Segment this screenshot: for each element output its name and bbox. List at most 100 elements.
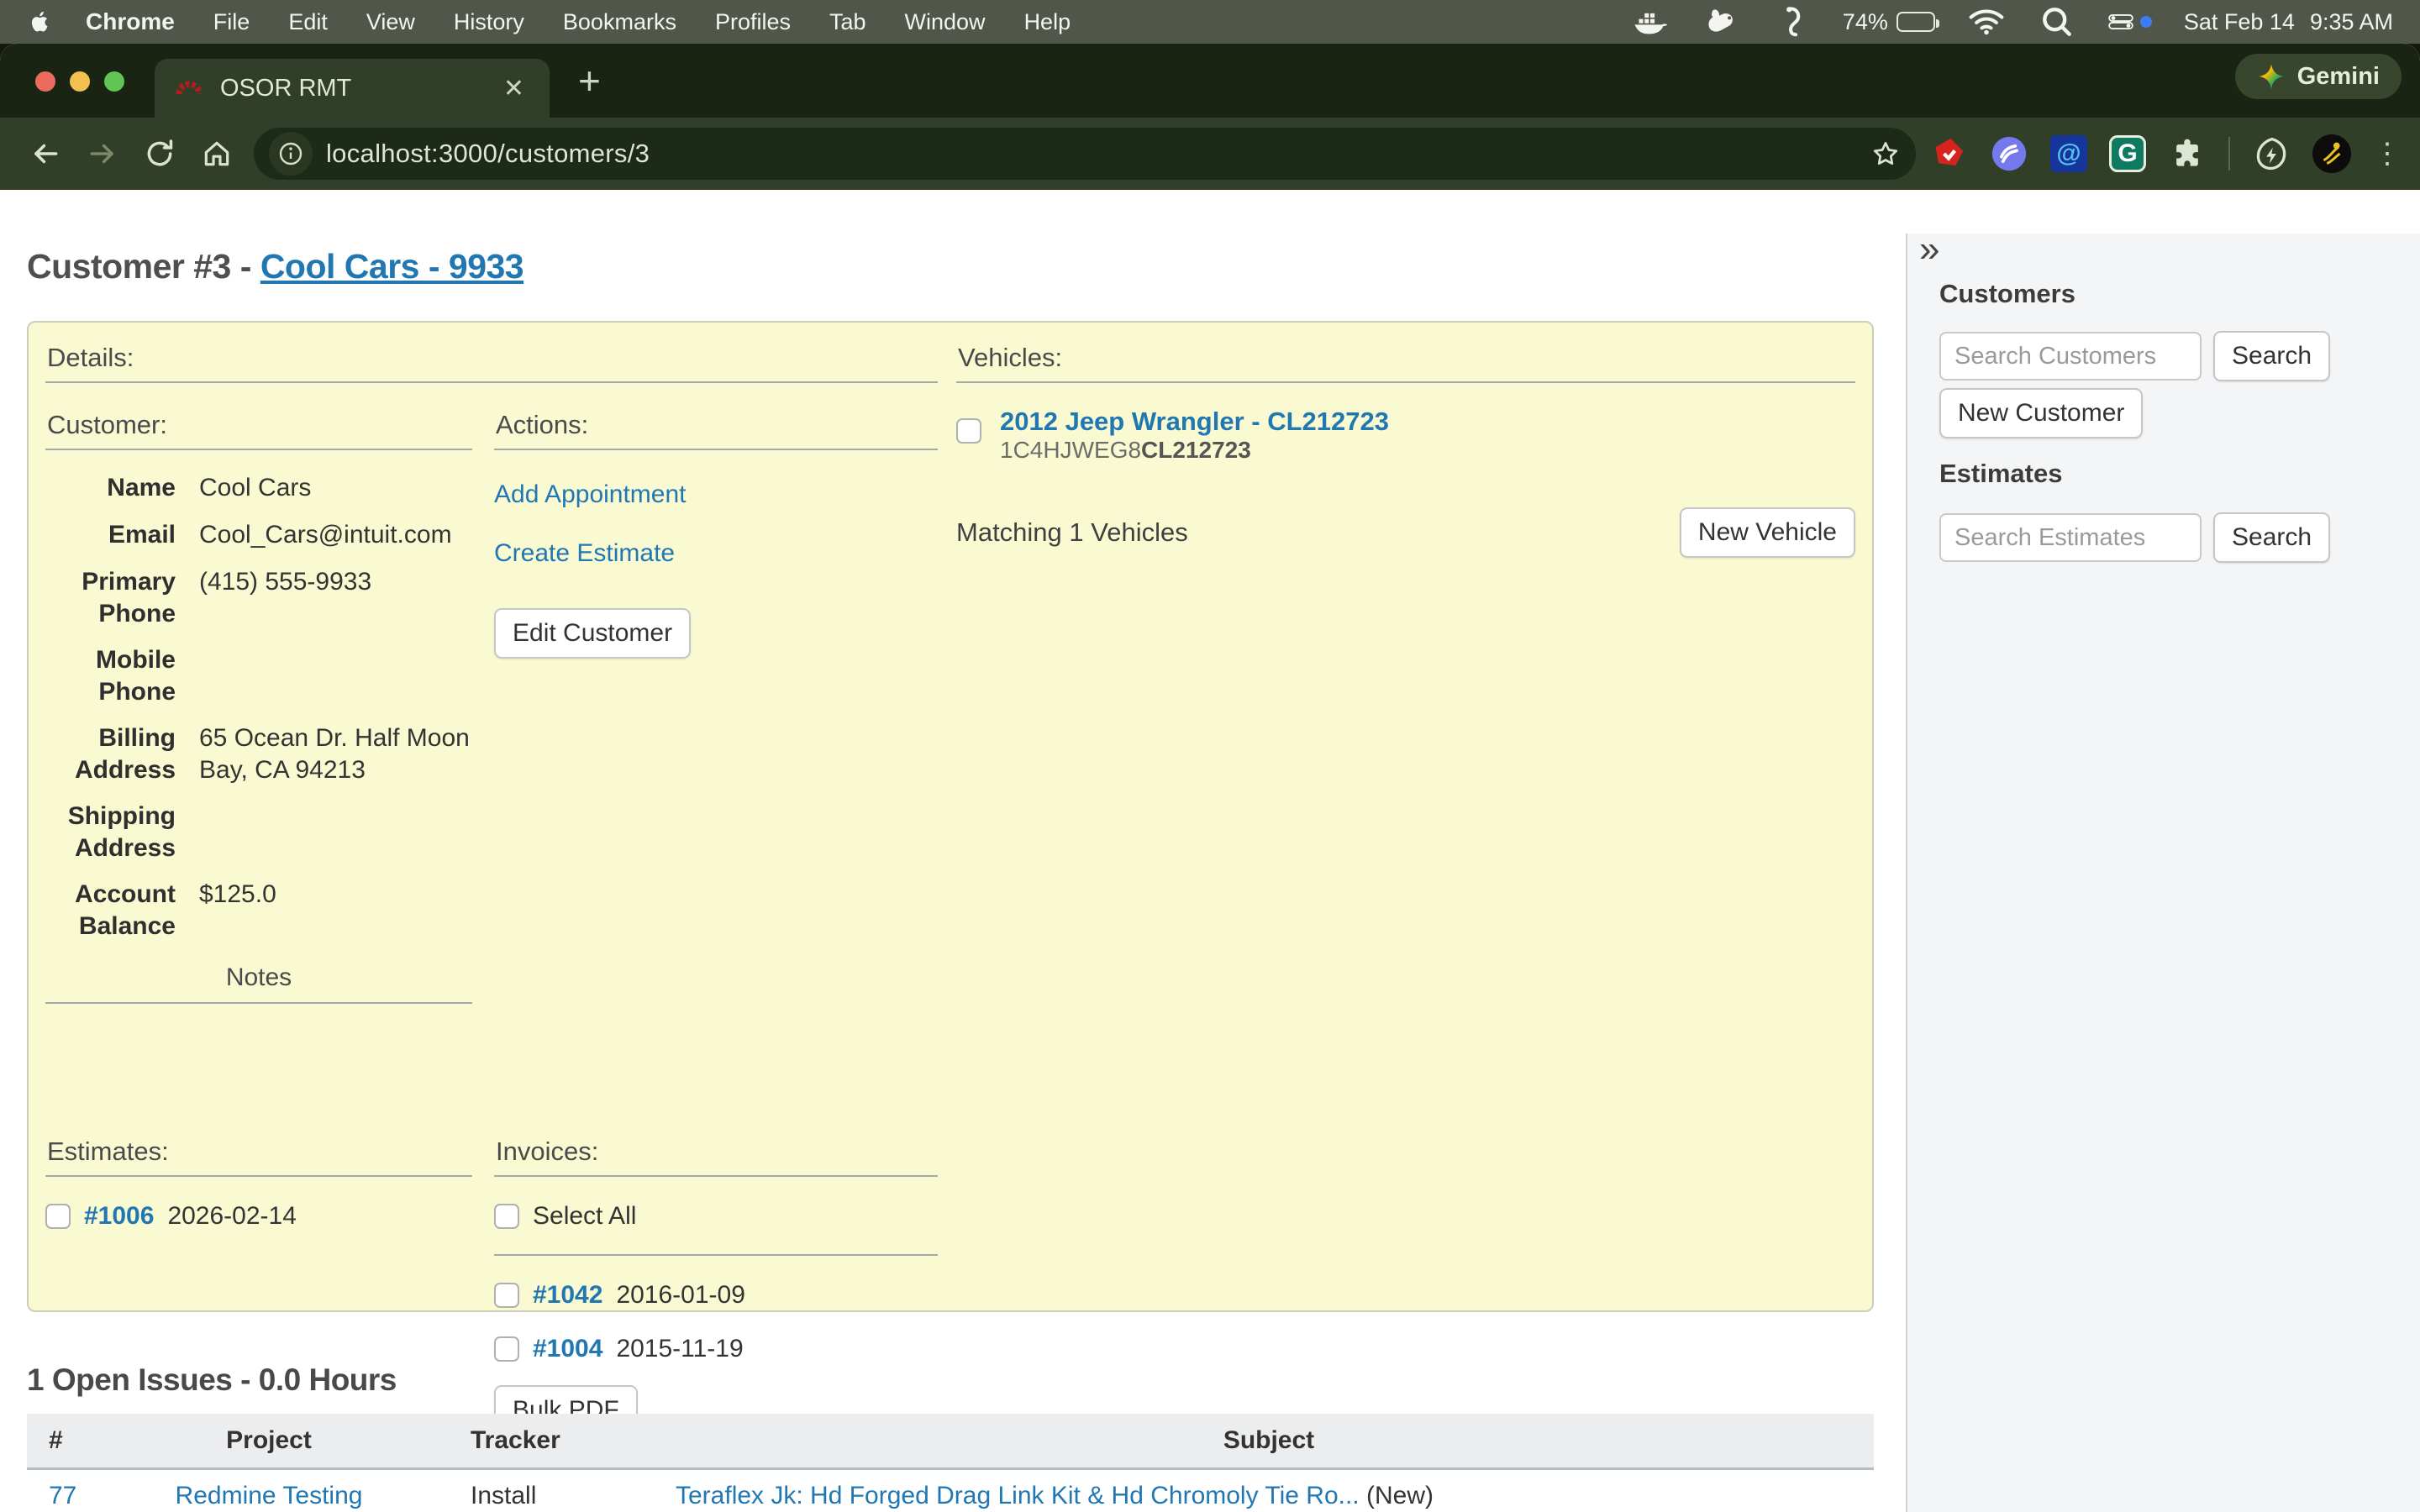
estimate-link[interactable]: #1006 [84,1202,154,1231]
site-info-icon[interactable] [269,132,313,176]
add-appointment-link[interactable]: Add Appointment [494,480,938,509]
battery-percent: 74% [1843,9,1888,35]
create-estimate-link[interactable]: Create Estimate [494,539,938,568]
menubar-item-file[interactable]: File [213,9,250,35]
customer-name-link[interactable]: Cool Cars - 9933 [260,247,523,286]
field-label: Name [45,472,176,504]
ext-privacy-icon[interactable]: @ [2050,135,2087,172]
search-estimates-button[interactable]: Search [2213,512,2330,563]
invoice-link[interactable]: #1004 [533,1335,602,1363]
invoice-link[interactable]: #1042 [533,1281,602,1310]
issue-subject-link[interactable]: Teraflex Jk: Hd Forged Drag Link Kit & H… [676,1482,1360,1509]
bookmark-star-icon[interactable] [1870,139,1901,169]
menubar-clock[interactable]: Sat Feb 14 9:35 AM [2184,9,2393,35]
menubar-item-view[interactable]: View [366,9,415,35]
vehicle-checkbox[interactable] [956,418,981,444]
invoice-checkbox[interactable] [494,1283,519,1308]
select-all-checkbox[interactable] [494,1204,519,1229]
col-header-id: # [27,1414,101,1469]
edit-customer-button[interactable]: Edit Customer [494,608,691,659]
sidebar-collapse-icon[interactable]: » [1919,228,1939,270]
vehicles-section: Vehicles: 2012 Jeep Wrangler - CL212723 … [956,336,1855,1436]
browser-toolbar: localhost:3000/customers/3 @ G [0,118,2420,190]
issues-table-header-row: # Project Tracker Subject [27,1414,1874,1469]
main-area: Customer #3 - Cool Cars - 9933 Details: … [0,234,1906,1512]
search-customers-button[interactable]: Search [2213,331,2330,381]
field-label: Mobile Phone [45,644,176,707]
menubar-item-chrome[interactable]: Chrome [86,8,175,35]
field-label: Primary Phone [45,566,176,629]
new-tab-button[interactable]: + [578,55,601,106]
vehicle-link[interactable]: 2012 Jeep Wrangler - CL212723 [1000,407,1389,437]
rabbit-icon[interactable] [1702,3,1740,41]
page-title-prefix: Customer #3 - [27,247,260,286]
spotlight-search-icon[interactable] [2038,3,2076,41]
close-window-button[interactable] [35,71,55,92]
issues-table: # Project Tracker Subject 77 Redmine Tes… [27,1414,1874,1512]
field-value [199,644,476,707]
search-estimates-input[interactable] [1939,513,2202,562]
invoice-checkbox[interactable] [494,1336,519,1362]
forward-icon[interactable] [74,129,131,179]
battery-saver-icon[interactable] [2252,134,2291,173]
browser-tab[interactable]: OSOR RMT ✕ [155,59,550,118]
invoices-divider [494,1254,938,1256]
apple-icon[interactable] [27,9,52,34]
menubar-item-profiles[interactable]: Profiles [715,9,791,35]
url-text[interactable]: localhost:3000/customers/3 [326,139,1870,169]
field-value: $125.0 [199,879,476,942]
zoom-window-button[interactable] [104,71,124,92]
notes-label: Notes [45,963,472,1004]
select-all-label: Select All [533,1202,636,1231]
sidebar-customers-heading: Customers [1939,279,2075,309]
monkey-icon[interactable] [1772,3,1811,41]
extensions-puzzle-icon[interactable] [2168,134,2207,173]
profile-avatar[interactable] [2312,134,2351,173]
invoices-header: Invoices: [494,1130,938,1177]
new-customer-button[interactable]: New Customer [1939,388,2143,438]
back-icon[interactable] [17,129,74,179]
reload-icon[interactable] [131,129,188,179]
address-bar[interactable]: localhost:3000/customers/3 [254,128,1916,180]
issue-project-link[interactable]: Redmine Testing [176,1482,363,1509]
page-title: Customer #3 - Cool Cars - 9933 [27,247,523,286]
battery-icon [1897,12,1935,32]
ext-adblock-icon[interactable] [1929,134,1968,173]
search-customers-input[interactable] [1939,332,2202,381]
toolbar-divider [2228,137,2230,171]
home-icon[interactable] [188,129,245,179]
menubar-item-edit[interactable]: Edit [288,9,328,35]
customer-details-panel: Details: Customer: Name Cool Cars Email … [27,321,1874,1312]
field-label: Account Balance [45,879,176,942]
ext-grammarly-icon[interactable]: G [2109,135,2146,172]
control-center-icon[interactable] [2108,13,2152,30]
menubar-item-tab[interactable]: Tab [829,9,866,35]
redmine-favicon-icon [175,74,203,102]
issue-row: 77 Redmine Testing Install Teraflex Jk: … [27,1469,1874,1512]
ext-stylus-icon[interactable] [1990,134,2028,173]
estimate-row: #1006 2026-02-14 [45,1202,472,1231]
menubar-item-window[interactable]: Window [905,9,986,35]
gemini-icon [2257,62,2286,91]
browser-menu-icon[interactable]: ⋮ [2373,145,2402,162]
gemini-button[interactable]: Gemini [2235,54,2402,99]
app-sidebar: » Customers Search New Customer Estimate… [1906,234,2420,1512]
menubar-item-history[interactable]: History [454,9,524,35]
minimize-window-button[interactable] [70,71,90,92]
menubar-item-bookmarks[interactable]: Bookmarks [563,9,676,35]
invoice-row: #1042 2016-01-09 [494,1281,938,1310]
open-issues-heading: 1 Open Issues - 0.0 Hours [27,1362,397,1398]
issue-id-link[interactable]: 77 [49,1482,76,1509]
menubar-item-help[interactable]: Help [1024,9,1071,35]
tab-strip: OSOR RMT ✕ + Gemini [0,44,2420,118]
vin-prefix: 1C4HJWEG8 [1000,437,1141,463]
details-column: Details: Customer: Name Cool Cars Email … [45,336,938,1436]
battery-indicator[interactable]: 74% [1843,9,1935,35]
invoices-section: Invoices: Select All #1042 2016-01-09 [494,1130,938,1436]
wifi-icon[interactable] [1967,3,2006,41]
docker-icon[interactable] [1631,3,1670,41]
tab-title: OSOR RMT [220,75,498,102]
estimate-checkbox[interactable] [45,1204,71,1229]
new-vehicle-button[interactable]: New Vehicle [1680,507,1855,558]
tab-close-icon[interactable]: ✕ [498,74,529,103]
